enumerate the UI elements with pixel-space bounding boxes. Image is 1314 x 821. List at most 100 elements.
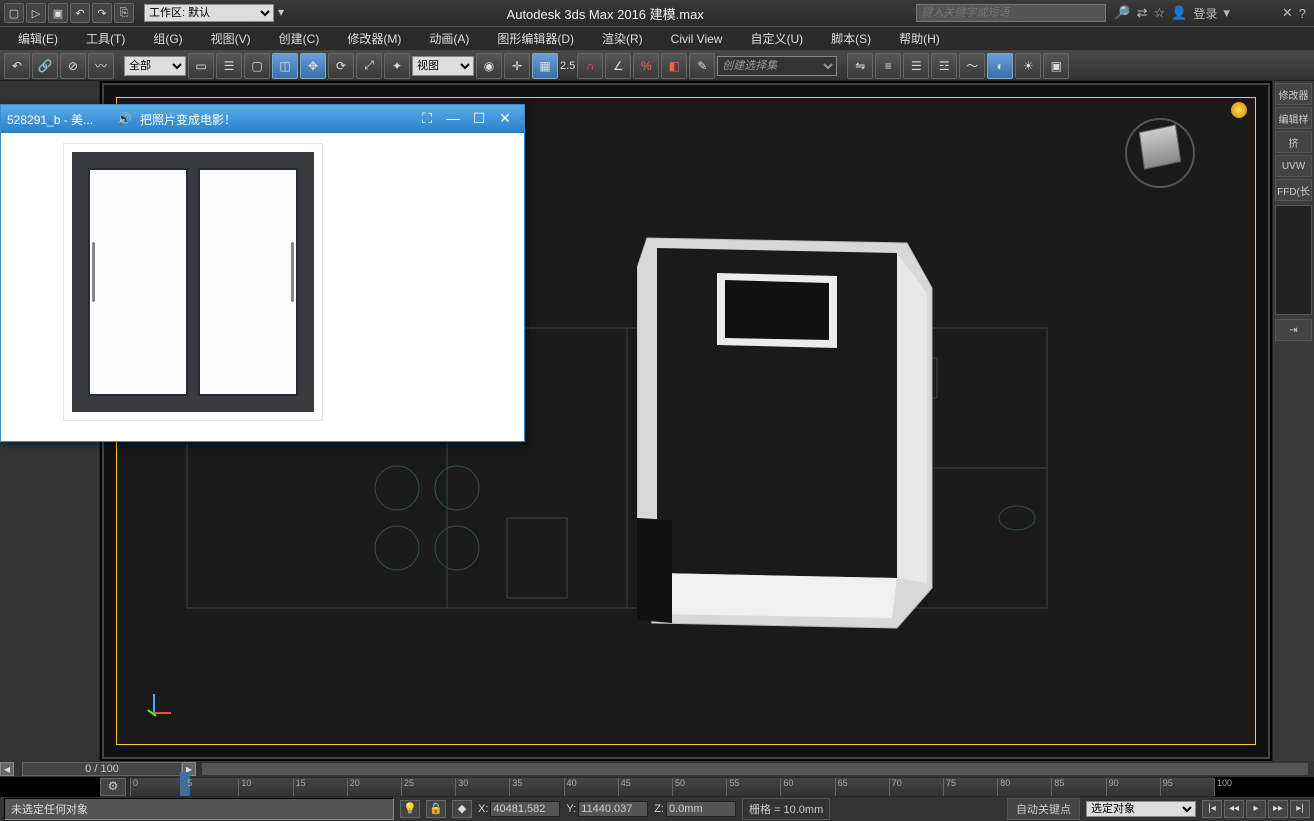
select-object-icon[interactable]: ▭ (188, 53, 214, 79)
select-move-icon[interactable]: ✥ (300, 53, 326, 79)
menu-edit[interactable]: 编辑(E) (4, 27, 72, 50)
panel-modify[interactable]: 修改器 (1275, 83, 1312, 105)
timeline-tick: 70 (889, 778, 902, 796)
material-editor-icon[interactable]: ◐ (987, 53, 1013, 79)
minimize-icon[interactable]: — (440, 109, 466, 129)
favorite-icon[interactable]: ☆ (1153, 5, 1165, 21)
panel-uvw[interactable]: UVW (1275, 155, 1312, 177)
new-icon[interactable]: ▢ (4, 3, 24, 23)
menu-graph[interactable]: 图形编辑器(D) (483, 27, 588, 50)
menu-script[interactable]: 脚本(S) (817, 27, 885, 50)
snap-toggle-icon[interactable]: ∩ (577, 53, 603, 79)
selection-filter-dropdown[interactable]: 全部 (124, 56, 186, 76)
menu-views[interactable]: 视图(V) (197, 27, 265, 50)
workspace-menu-icon[interactable]: ▾ (278, 5, 294, 21)
lock2-icon[interactable]: 🔒 (426, 800, 446, 818)
render-setup-icon[interactable]: ☀ (1015, 53, 1041, 79)
angle-snap-icon[interactable]: ∠ (605, 53, 631, 79)
redo-icon[interactable]: ↷ (92, 3, 112, 23)
timeline-tick: 10 (238, 778, 251, 796)
play-icon[interactable]: ▸ (1246, 800, 1266, 818)
status-message: 未选定任何对象 (4, 798, 394, 820)
panel-select[interactable]: 挤 (1275, 131, 1312, 153)
close-win-icon[interactable]: ✕ (1282, 5, 1293, 21)
image-viewer-title: 528291_b - 美... (7, 111, 93, 128)
select-place-icon[interactable]: ✛ (504, 53, 530, 79)
window-crossing-icon[interactable]: ◫ (272, 53, 298, 79)
named-selection-dropdown[interactable]: 创建选择集 (717, 56, 837, 76)
manipulate-icon[interactable]: ▦ (532, 53, 558, 79)
autokey-button[interactable]: 自动关键点 (1007, 798, 1080, 820)
menu-modifiers[interactable]: 修改器(M) (333, 27, 415, 50)
edit-named-sel-icon[interactable]: ✎ (689, 53, 715, 79)
help-icon[interactable]: ? (1299, 6, 1306, 21)
key-mode-dropdown[interactable]: 选定对象 (1086, 801, 1196, 817)
menu-create[interactable]: 创建(C) (265, 27, 334, 50)
panel-ffd[interactable]: FFD(长 (1275, 179, 1312, 201)
link-icon[interactable]: ⎘ (114, 3, 134, 23)
iso-icon[interactable]: ◆ (452, 800, 472, 818)
coord-z-input[interactable] (666, 801, 736, 817)
undo-tb-icon[interactable]: ↶ (4, 53, 30, 79)
timeline-ruler[interactable]: 0510152025303540455055606570758085909510… (130, 778, 1214, 796)
unlink-tb-icon[interactable]: ⊘ (60, 53, 86, 79)
spinner-snap-icon[interactable]: ◧ (661, 53, 687, 79)
select-scale-icon[interactable]: ⤢ (356, 53, 382, 79)
menu-custom[interactable]: 自定义(U) (736, 27, 817, 50)
link-tb-icon[interactable]: 🔗 (32, 53, 58, 79)
dropdown-icon[interactable]: ▾ (1223, 5, 1230, 21)
prev-frame-icon[interactable]: ◂◂ (1224, 800, 1244, 818)
lock-icon[interactable]: 💡 (400, 800, 420, 818)
pin-stack-icon[interactable]: ⇥ (1275, 319, 1312, 341)
workspace-dropdown[interactable]: 工作区: 默认 (144, 4, 274, 22)
menu-tools[interactable]: 工具(T) (72, 27, 139, 50)
exchange-icon[interactable]: ⇄ (1137, 5, 1148, 21)
image-viewer-window[interactable]: 528291_b - 美... 🔊 把照片变成电影！ ⛶ — ☐ ✕ (0, 104, 525, 442)
infocenter-icon[interactable]: 🔎 (1114, 5, 1130, 21)
menu-civil[interactable]: Civil View (657, 29, 737, 49)
close-icon[interactable]: ✕ (492, 109, 518, 129)
maximize-icon[interactable]: ☐ (466, 109, 492, 129)
next-frame-icon[interactable]: ▸▸ (1268, 800, 1288, 818)
menu-group[interactable]: 组(G) (139, 27, 196, 50)
speaker-icon[interactable]: 🔊 (117, 112, 132, 126)
save-icon[interactable]: ▣ (48, 3, 68, 23)
select-manipulate-icon[interactable]: ✦ (384, 53, 410, 79)
viewcube[interactable] (1125, 118, 1195, 188)
goto-end-icon[interactable]: ▸| (1290, 800, 1310, 818)
goto-start-icon[interactable]: |◂ (1202, 800, 1222, 818)
curve-editor-icon[interactable]: 〜 (959, 53, 985, 79)
menu-help[interactable]: 帮助(H) (885, 27, 954, 50)
mirror-icon[interactable]: ⇋ (847, 53, 873, 79)
sun-icon[interactable] (1231, 102, 1247, 118)
time-config-icon[interactable]: ⚙ (100, 778, 126, 796)
layers-icon[interactable]: ☰ (903, 53, 929, 79)
panel-edit[interactable]: 编辑样 (1275, 107, 1312, 129)
window-reference-image (63, 143, 323, 421)
undo-icon[interactable]: ↶ (70, 3, 90, 23)
menu-animation[interactable]: 动画(A) (415, 27, 483, 50)
use-center-icon[interactable]: ◉ (476, 53, 502, 79)
align-icon[interactable]: ≡ (875, 53, 901, 79)
image-viewer-titlebar[interactable]: 528291_b - 美... 🔊 把照片变成电影！ ⛶ — ☐ ✕ (1, 105, 524, 133)
scroll-left-icon[interactable]: ◂ (0, 762, 14, 776)
viewcube-cube[interactable] (1139, 124, 1182, 170)
menu-render[interactable]: 渲染(R) (588, 27, 657, 50)
select-name-icon[interactable]: ☰ (216, 53, 242, 79)
select-region-icon[interactable]: ▢ (244, 53, 270, 79)
ref-coord-dropdown[interactable]: 视图 (412, 56, 474, 76)
scene-explorer-icon[interactable]: ☲ (931, 53, 957, 79)
menu-bar: 编辑(E) 工具(T) 组(G) 视图(V) 创建(C) 修改器(M) 动画(A… (0, 27, 1314, 51)
bind-spacewarp-icon[interactable]: 〰 (88, 53, 114, 79)
select-rotate-icon[interactable]: ⟳ (328, 53, 354, 79)
open-icon[interactable]: ▷ (26, 3, 46, 23)
percent-snap-icon[interactable]: % (633, 53, 659, 79)
render-frame-icon[interactable]: ▣ (1043, 53, 1069, 79)
coord-y-input[interactable] (578, 801, 648, 817)
user-icon[interactable]: 👤 (1171, 5, 1187, 21)
fullscreen-icon[interactable]: ⛶ (414, 109, 440, 129)
login-button[interactable]: 登录 (1193, 5, 1217, 22)
help-search-input[interactable] (916, 4, 1106, 22)
scroll-track[interactable] (202, 763, 1308, 775)
coord-x-input[interactable] (490, 801, 560, 817)
